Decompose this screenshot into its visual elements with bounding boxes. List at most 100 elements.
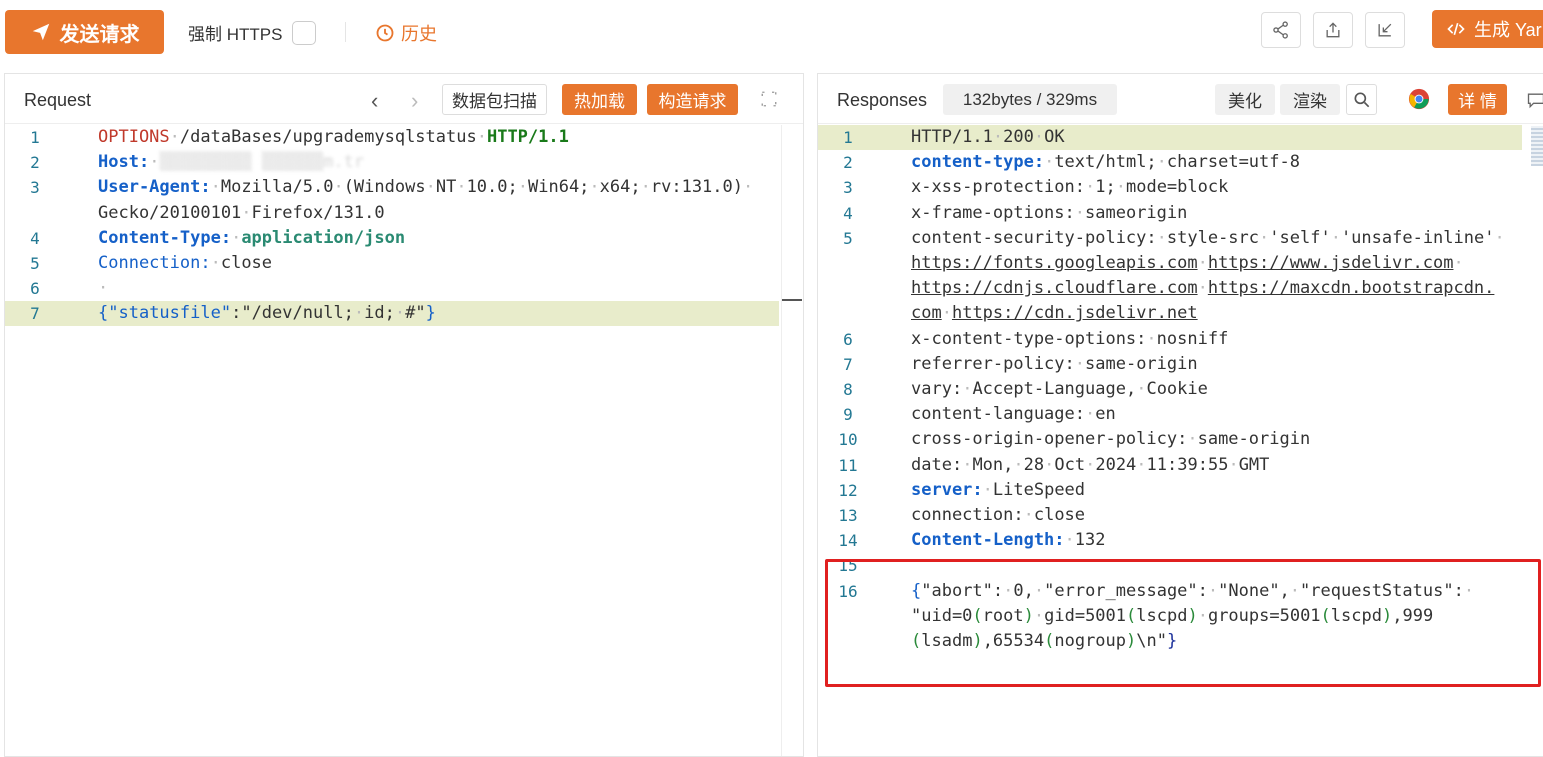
line-number: 3 [843,178,853,198]
code-line: 1 HTTP/1.1·200·OK [818,125,1522,150]
line-text: Content-Length:·132 [911,530,1106,551]
code-line: 12 server:·LiteSpeed [818,478,1522,503]
code-line: 9 content-language:·en [818,402,1522,427]
code-line: 4 x-frame-options:·sameorigin [818,201,1522,226]
line-text: HTTP/1.1·200·OK [911,127,1065,147]
toolbar-divider [345,22,346,42]
line-number: 3 [30,178,40,198]
line-text: Gecko/20100101·Firefox/131.0 [98,202,385,223]
line-number: 5 [30,254,40,273]
packet-scan-button[interactable]: 数据包扫描 [442,84,547,115]
code-line: 5 content-security-policy:·style-src·'sel… [818,226,1522,251]
code-line: 2 content-type:·text/html;·charset=utf-8 [818,150,1522,175]
chevron-right-icon[interactable]: › [411,88,418,114]
build-request-button[interactable]: 构造请求 [647,84,738,115]
line-number: 5 [843,228,853,248]
line-number: 6 [30,279,40,299]
response-size-label: 132bytes / 329ms [962,89,1098,109]
upload-icon [1326,22,1340,38]
line-text: referrer-policy:·same-origin [911,353,1198,374]
code-line: Gecko/20100101·Firefox/131.0 [5,201,779,226]
line-number: 9 [843,405,853,425]
send-request-button[interactable]: 发送请求 [5,10,164,54]
line-number: 6 [843,329,853,349]
code-line: 7 referrer-policy:·same-origin [818,352,1522,377]
top-toolbar: 发送请求 强制 HTTPS 历史 生成 Yar [0,0,1543,64]
line-text: https://fonts.googleapis.com·https://www… [911,253,1464,273]
render-label: 渲染 [1293,92,1327,111]
line-text: content-type:·text/html;·charset=utf-8 [911,152,1300,173]
response-size-badge: 132bytes / 329ms [943,84,1117,115]
response-minimap [1531,126,1543,166]
clock-icon [376,24,394,42]
code-line: 13 connection:·close [818,503,1522,528]
line-number: 12 [838,480,858,500]
request-editor[interactable]: 1 OPTIONS·/dataBases/upgrademysqlstatus·H… [5,125,803,756]
share-icon [1273,21,1288,39]
request-cursor-marker [782,299,802,301]
history-label: 历史 [401,24,437,44]
line-number: 4 [843,203,853,223]
response-header: Responses 132bytes / 329ms 美化 渲染 详 情 [818,74,1543,124]
request-panel: Request ‹ › 数据包扫描 热加载 构造请求 1 OPTIONS·/dat… [4,73,804,757]
line-number: 13 [838,506,858,525]
import-button[interactable] [1365,12,1405,48]
line-text: Connection:·close [98,253,273,273]
share-button[interactable] [1261,12,1301,48]
generate-yaml-button[interactable]: 生成 Yar [1432,10,1543,48]
hot-reload-label: 热加载 [574,92,625,111]
line-number: 11 [838,455,858,475]
line-text: Host:·▒▒▒▒▒▒▒▒▒ ▒▒▒▒▒▒m.tr [98,152,365,173]
request-title: Request [24,90,92,110]
force-https-toggle[interactable]: 强制 HTTPS [188,20,317,45]
line-text: cross-origin-opener-policy:·same-origin [911,429,1311,450]
line-text: x-xss-protection:·1;·mode=block [911,177,1229,198]
line-text: date:·Mon,·28·Oct·2024·11:39:55·GMT [911,454,1270,475]
line-text: com·https://cdn.jsdelivr.net [911,303,1198,324]
fullscreen-icon[interactable] [760,90,778,108]
chrome-icon[interactable] [1408,88,1430,110]
line-text: https://cdnjs.cloudflare.com·https://max… [911,278,1495,299]
line-text: {"statusfile":"/dev/null;·id;·#"} [98,303,436,324]
history-button[interactable]: 历史 [375,20,437,46]
line-number: 1 [30,128,40,147]
chevron-left-icon[interactable]: ‹ [371,88,378,114]
code-line: com·https://cdn.jsdelivr.net [818,301,1522,326]
line-text: x-content-type-options:·nosniff [911,328,1229,349]
response-title: Responses [837,90,928,110]
render-button[interactable]: 渲染 [1280,84,1340,115]
hot-reload-button[interactable]: 热加载 [562,84,637,115]
code-line: 5 Connection:·close [5,251,779,276]
send-request-label: 发送请求 [59,23,140,46]
export-button[interactable] [1313,12,1353,48]
force-https-checkbox[interactable] [292,20,317,45]
code-icon [1447,22,1465,36]
code-line: 1 OPTIONS·/dataBases/upgrademysqlstatus·H… [5,125,779,150]
search-button[interactable] [1346,84,1377,115]
line-number: 7 [30,304,40,324]
line-text: content-security-policy:·style-src·'self… [911,227,1505,248]
force-https-label: 强制 HTTPS [188,25,283,44]
code-line: https://cdnjs.cloudflare.com·https://max… [818,276,1522,301]
comment-icon[interactable] [1526,90,1543,110]
packet-scan-label: 数据包扫描 [452,92,537,111]
request-header: Request ‹ › 数据包扫描 热加载 构造请求 [5,74,803,124]
code-line: 8 vary:·Accept-Language,·Cookie [818,377,1522,402]
line-text: server:·LiteSpeed [911,479,1086,500]
build-request-label: 构造请求 [658,92,727,111]
line-number: 4 [30,228,40,248]
beautify-button[interactable]: 美化 [1215,84,1275,115]
code-line: 4 Content-Type:·application/json [5,226,779,251]
details-label: 详 情 [1458,92,1497,111]
code-line: 6 x-content-type-options:·nosniff [818,327,1522,352]
code-line: 3 User-Agent:·Mozilla/5.0·(Windows·NT·10.… [5,175,779,200]
line-text: User-Agent:·Mozilla/5.0·(Windows·NT·10.0… [98,177,754,198]
code-line: 2 Host:·▒▒▒▒▒▒▒▒▒ ▒▒▒▒▒▒m.tr [5,150,779,175]
code-line: 14 Content-Length:·132 [818,528,1522,553]
details-button[interactable]: 详 情 [1448,84,1507,115]
line-text: Content-Type:·application/json [98,227,406,248]
highlight-box [825,559,1541,687]
code-line: https://fonts.googleapis.com·https://www… [818,251,1522,276]
search-icon [1354,92,1369,107]
line-number: 10 [838,430,858,450]
